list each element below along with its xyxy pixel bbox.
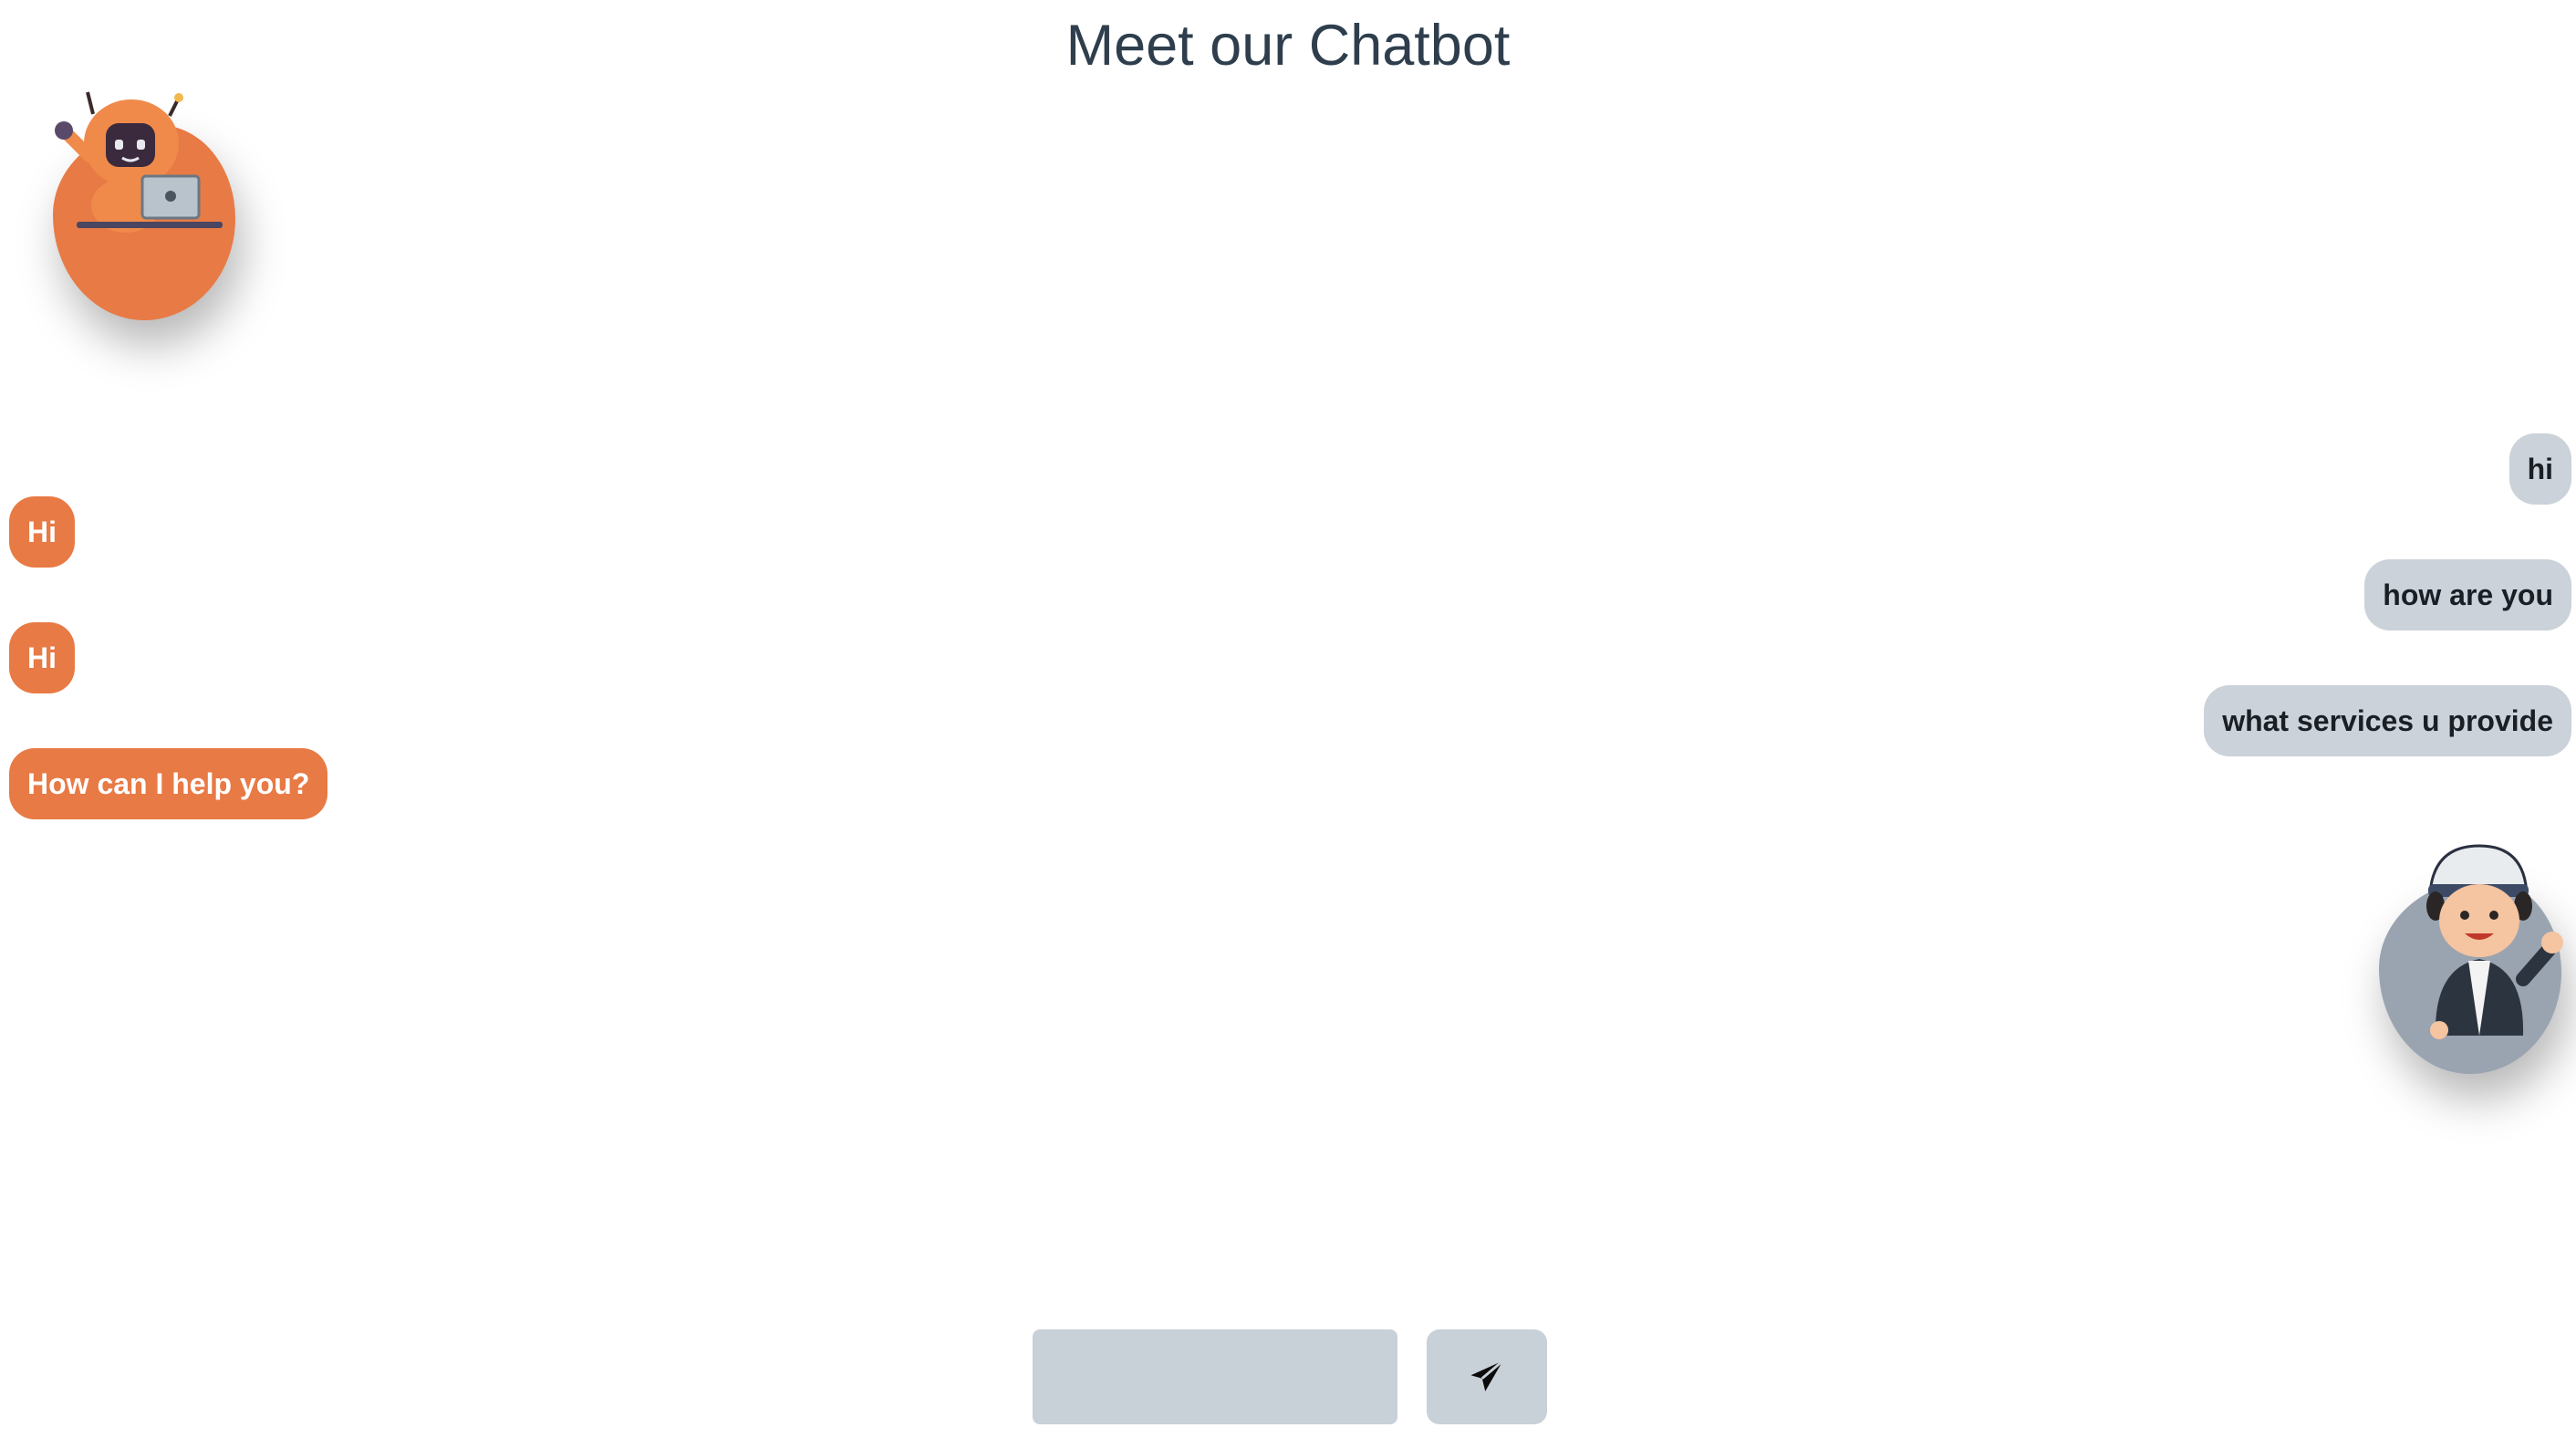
user-message: hi xyxy=(2508,433,2571,505)
send-button[interactable] xyxy=(1427,1329,1547,1424)
user-avatar xyxy=(2379,844,2563,1074)
robot-with-laptop-icon xyxy=(55,91,223,233)
bot-message: Hi xyxy=(9,496,75,568)
user-message: how are you xyxy=(2364,559,2571,630)
paper-plane-icon xyxy=(1470,1360,1504,1391)
message-input[interactable] xyxy=(1033,1329,1397,1424)
user-message: what services u provide xyxy=(2204,685,2571,756)
bot-avatar xyxy=(53,91,235,320)
bot-message: Hi xyxy=(9,622,75,693)
waving-boy-icon xyxy=(2426,844,2563,1039)
bot-message: How can I help you? xyxy=(9,748,328,819)
page-title: Meet our Chatbot xyxy=(1065,14,1511,78)
